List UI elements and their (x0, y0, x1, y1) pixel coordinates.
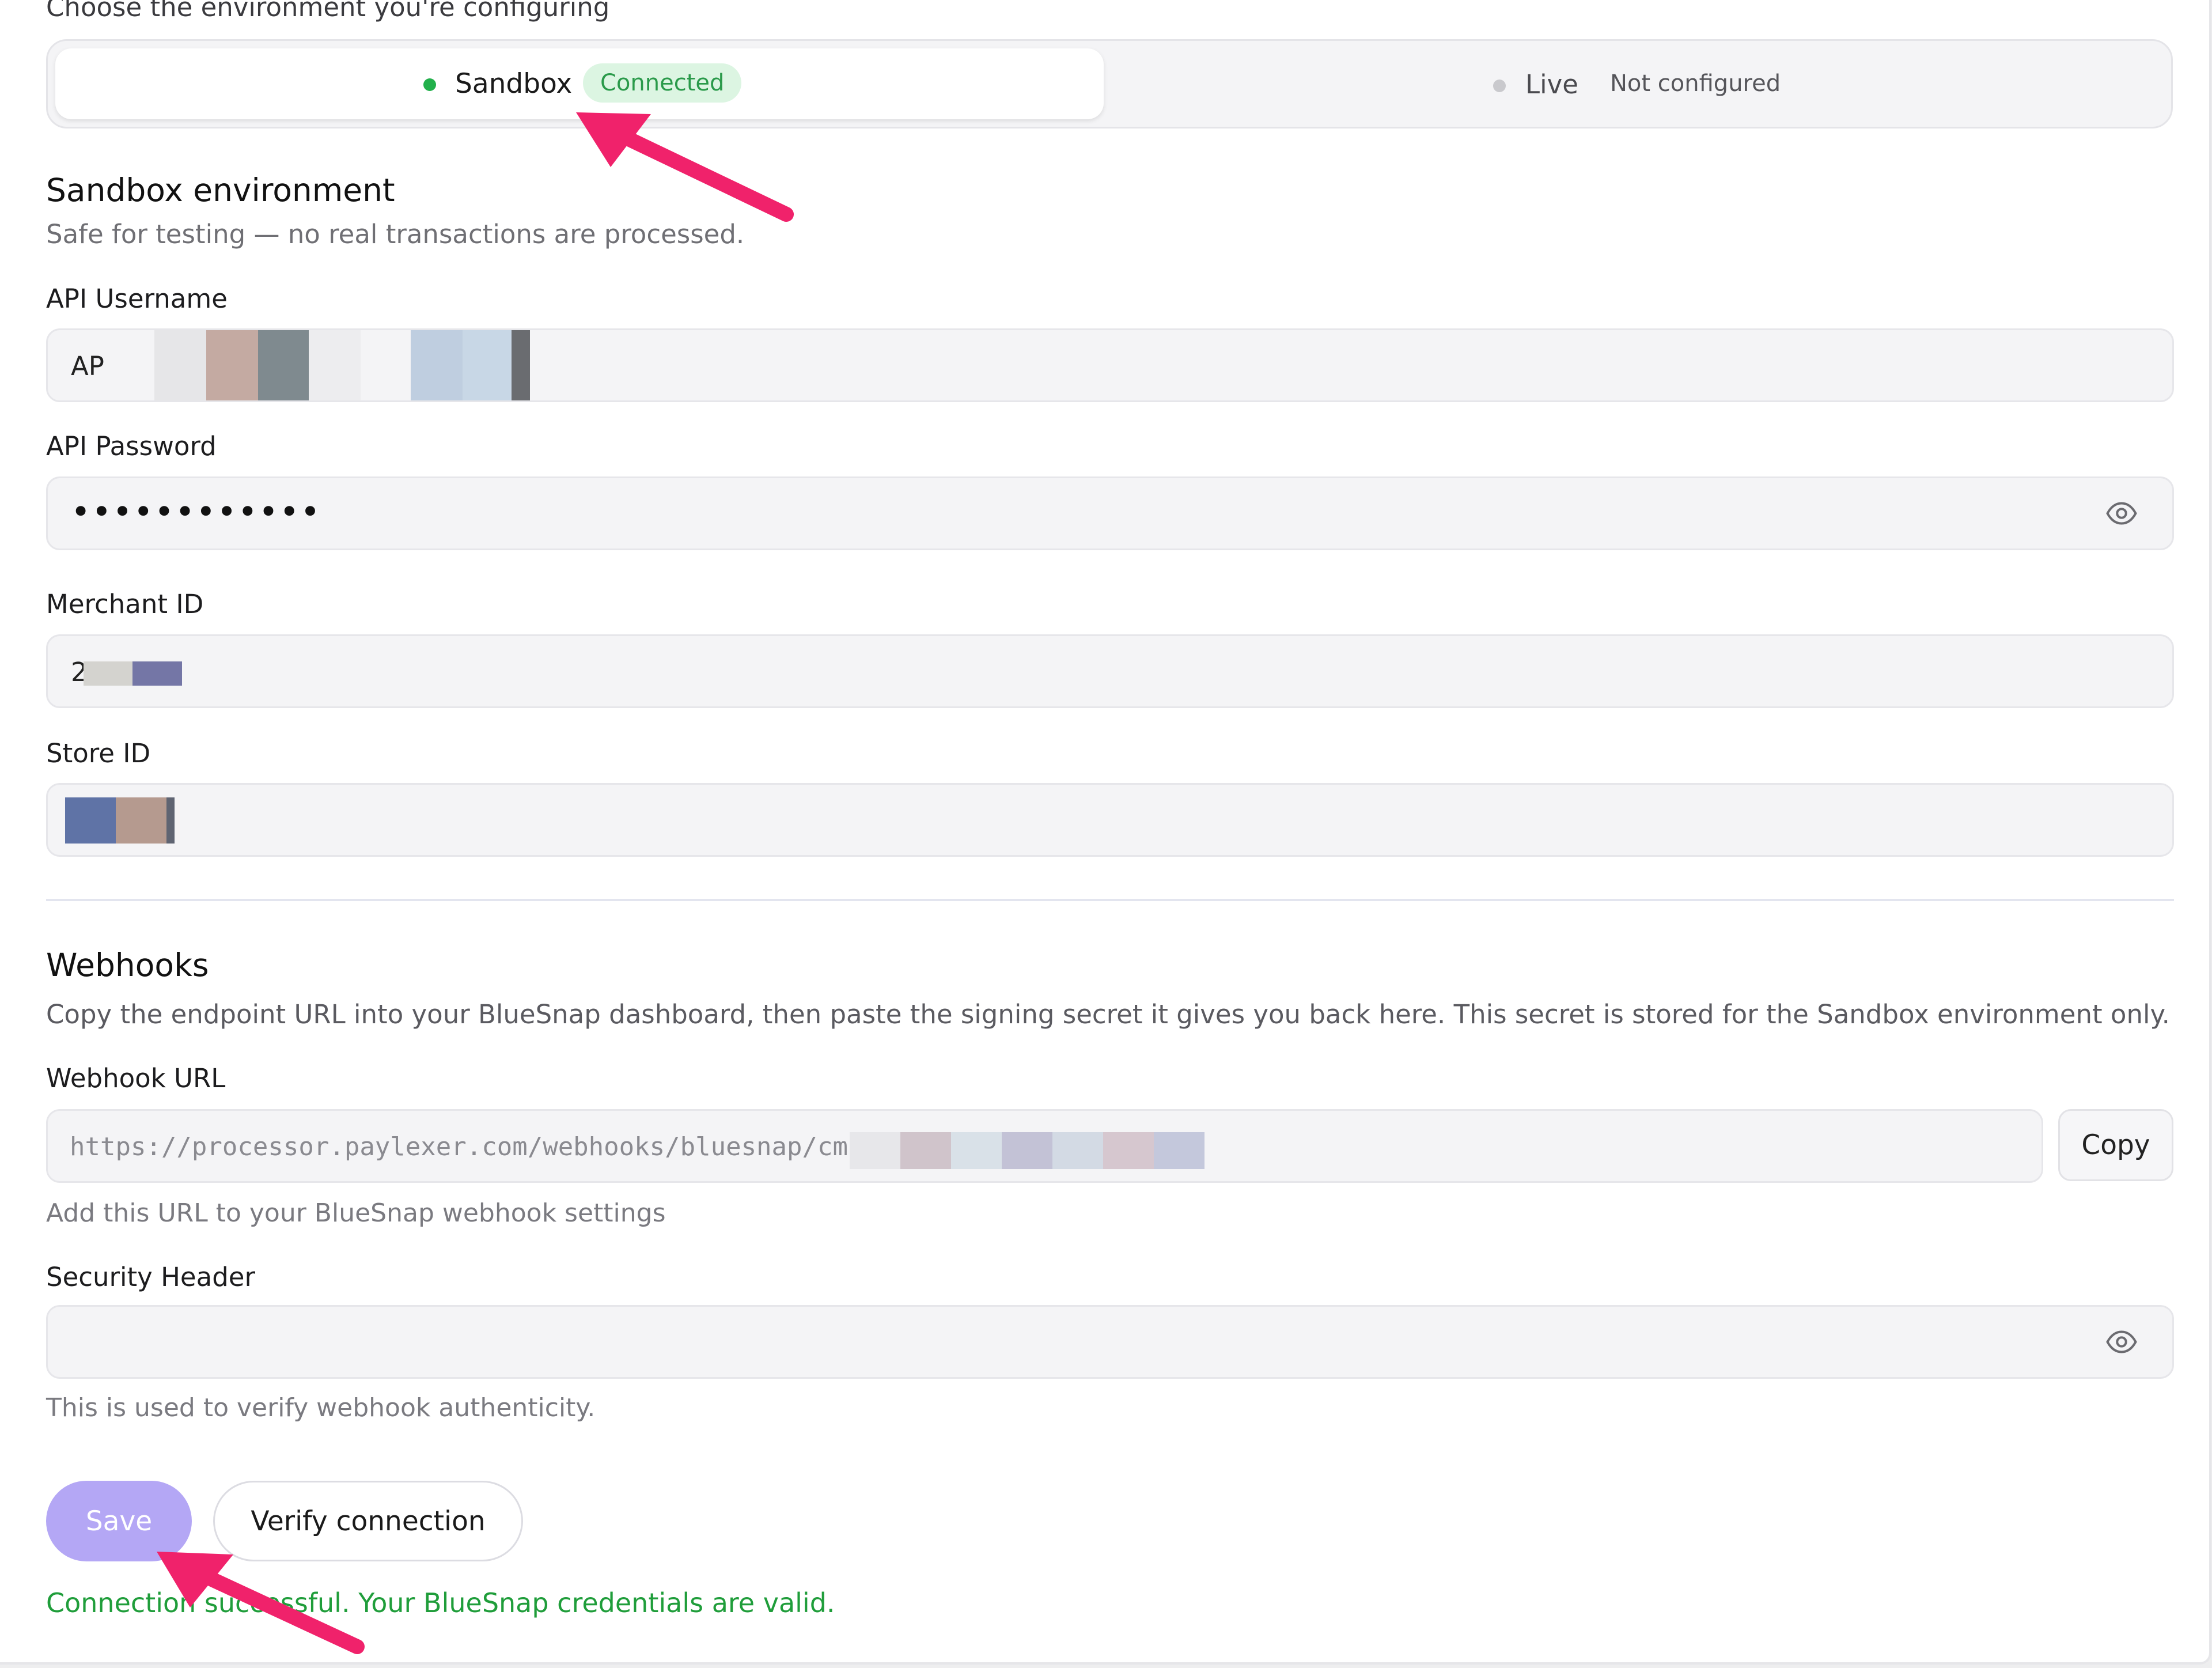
settings-panel: Choose the environment you're configurin… (0, 0, 2211, 1665)
annotation-arrows (157, 112, 794, 1654)
annotation-arrow (157, 1552, 365, 1654)
annotation-arrow (576, 112, 794, 222)
